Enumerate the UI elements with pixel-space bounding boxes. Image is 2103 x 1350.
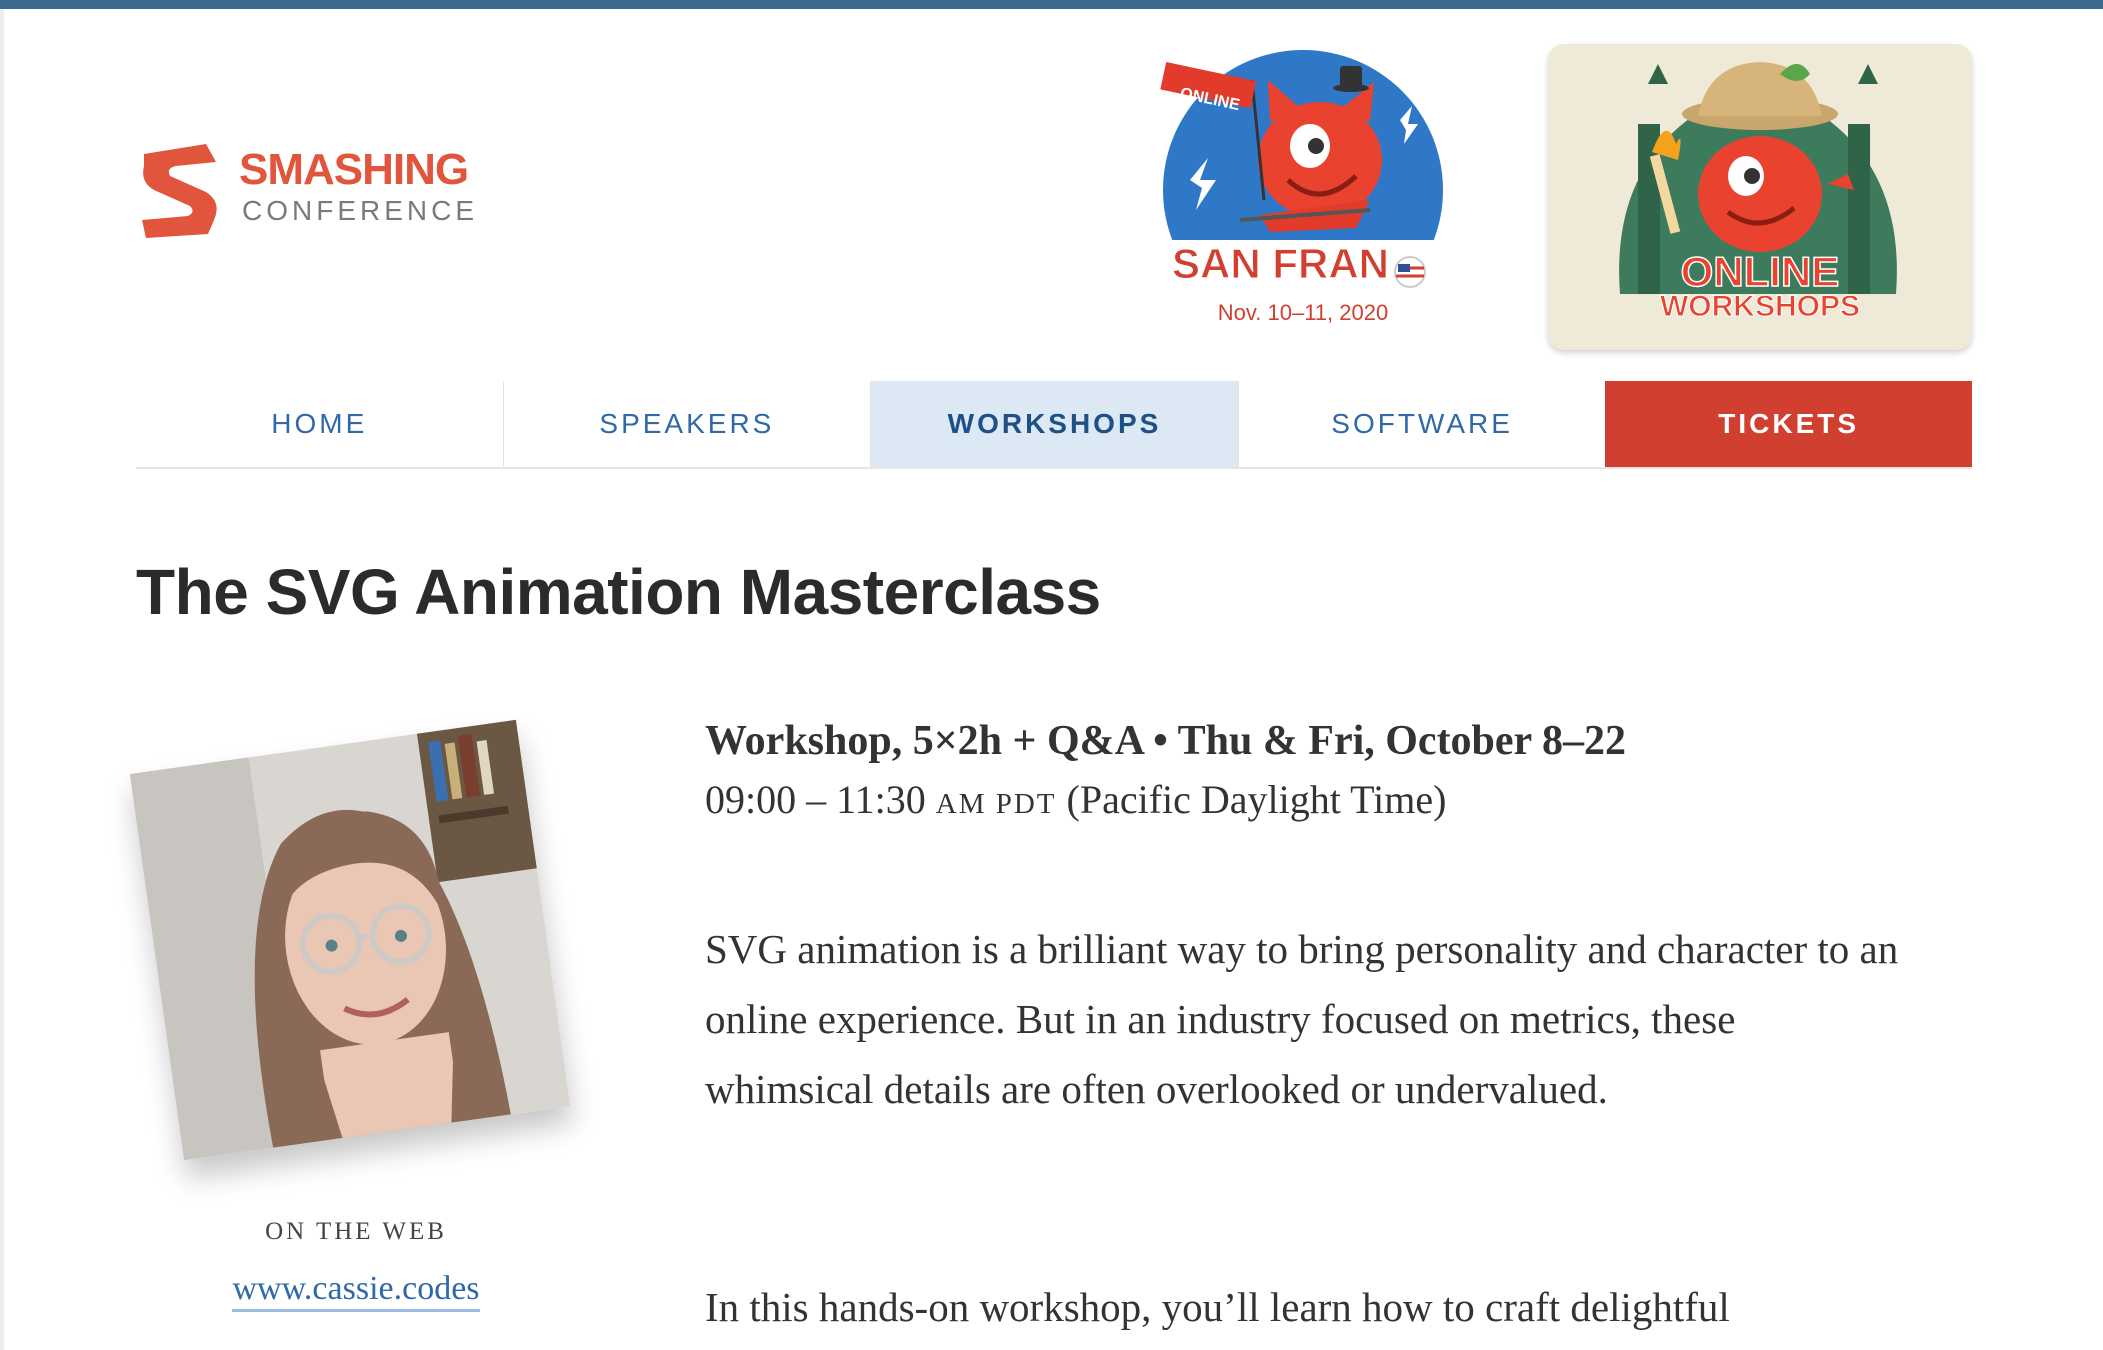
window-edge [0,9,4,1350]
speaker-portrait-image [129,719,571,1161]
nav-home[interactable]: HOME [136,381,503,467]
description-paragraph-2: In this hands-on workshop, you’ll learn … [705,1284,1730,1330]
logo-subtitle: CONFERENCE [242,195,479,226]
online-workshops-line1: ONLINE [1681,248,1840,295]
speaker-website-text[interactable]: www.cassie.codes [232,1270,480,1312]
online-workshops-badge[interactable]: ONLINE WORKSHOPS [1548,44,1972,350]
on-the-web-label: ON THE WEB [265,1218,447,1245]
time-range: 09:00 – 11:30 [705,777,926,822]
san-fran-date: Nov. 10–11, 2020 [1218,300,1388,325]
workshop-meta: Workshop, 5×2h + Q&A • Thu & Fri, Octobe… [705,718,1626,764]
nav-workshops[interactable]: WORKSHOPS [870,381,1238,467]
nav-tickets[interactable]: TICKETS [1605,381,1972,467]
speaker-website-link[interactable]: www.cassie.codes [136,1270,576,1312]
nav-software[interactable]: SOFTWARE [1237,381,1606,467]
san-fran-badge[interactable]: ONLINE SAN FRAN Nov. 10–11, 2020 [1160,50,1470,330]
san-fran-title: SAN FRAN [1172,240,1389,287]
smashing-s-icon [142,144,217,238]
nav-speakers[interactable]: SPEAKERS [502,381,871,467]
san-fran-illustration: ONLINE SAN FRAN Nov. 10–11, 2020 [1160,50,1470,330]
page-title: The SVG Animation Masterclass [136,556,1101,628]
description-paragraph-1: SVG animation is a brilliant way to brin… [705,926,1899,1112]
online-workshops-illustration: ONLINE WORKSHOPS [1619,62,1897,324]
logo-title: SMASHING [239,145,469,194]
time-suffix: AM PDT [935,788,1057,820]
workshop-time: 09:00 – 11:30 AM PDT (Pacific Daylight T… [705,770,1905,834]
speaker-photo [129,719,571,1161]
timezone: (Pacific Daylight Time) [1066,777,1447,822]
online-workshops-line2: WORKSHOPS [1660,290,1860,323]
main-nav: HOME SPEAKERS WORKSHOPS SOFTWARE TICKETS [136,381,1972,469]
workshop-description: Workshop, 5×2h + Q&A • Thu & Fri, Octobe… [705,712,1905,1330]
smashing-logo[interactable]: SMASHING CONFERENCE [136,140,516,240]
top-accent-bar [0,0,2103,9]
